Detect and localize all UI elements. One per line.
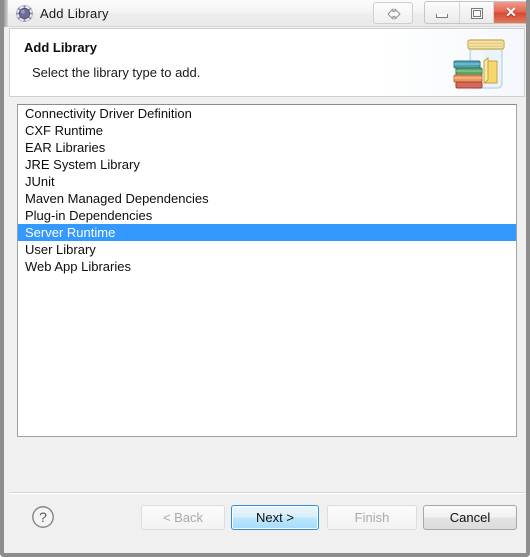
list-item[interactable]: CXF Runtime (18, 122, 516, 139)
svg-text:?: ? (39, 509, 47, 525)
add-library-dialog: Add Library ✕ Add Library Select the lib… (0, 0, 530, 557)
window-controls: ✕ (424, 1, 526, 24)
list-item[interactable]: JRE System Library (18, 156, 516, 173)
button-bar: ? < Back Next > Finish Cancel (9, 494, 525, 552)
close-button[interactable]: ✕ (494, 2, 526, 23)
restore-button[interactable] (460, 2, 494, 23)
close-icon: ✕ (505, 4, 517, 20)
page-title: Add Library (24, 40, 97, 55)
dialog-body: Connectivity Driver Definition CXF Runtim… (9, 98, 525, 492)
list-item[interactable]: Server Runtime (18, 224, 516, 241)
help-button[interactable]: ? (31, 505, 55, 529)
wizard-header: Add Library Select the library type to a… (9, 28, 525, 97)
list-item[interactable]: JUnit (18, 173, 516, 190)
minimize-icon (436, 14, 448, 18)
back-button[interactable]: < Back (141, 505, 225, 530)
window-frame-left (4, 0, 8, 27)
window-title: Add Library (40, 6, 109, 21)
library-jar-books-icon (450, 33, 514, 93)
list-item[interactable]: Plug-in Dependencies (18, 207, 516, 224)
page-description: Select the library type to add. (32, 65, 201, 80)
next-button[interactable]: Next > (231, 505, 319, 530)
minimize-button[interactable] (425, 2, 460, 23)
finish-button[interactable]: Finish (327, 505, 417, 530)
resize-handle-button[interactable] (373, 2, 413, 24)
list-item[interactable]: Maven Managed Dependencies (18, 190, 516, 207)
list-item[interactable]: EAR Libraries (18, 139, 516, 156)
title-bar[interactable]: Add Library ✕ (4, 0, 526, 27)
eclipse-gear-icon (16, 5, 33, 22)
double-arrow-icon (387, 8, 401, 20)
list-item[interactable]: Web App Libraries (18, 258, 516, 275)
list-item[interactable]: User Library (18, 241, 516, 258)
list-item[interactable]: Connectivity Driver Definition (18, 105, 516, 122)
cancel-button[interactable]: Cancel (423, 505, 517, 530)
library-type-list[interactable]: Connectivity Driver Definition CXF Runtim… (17, 104, 517, 437)
restore-icon-inner (473, 10, 481, 17)
